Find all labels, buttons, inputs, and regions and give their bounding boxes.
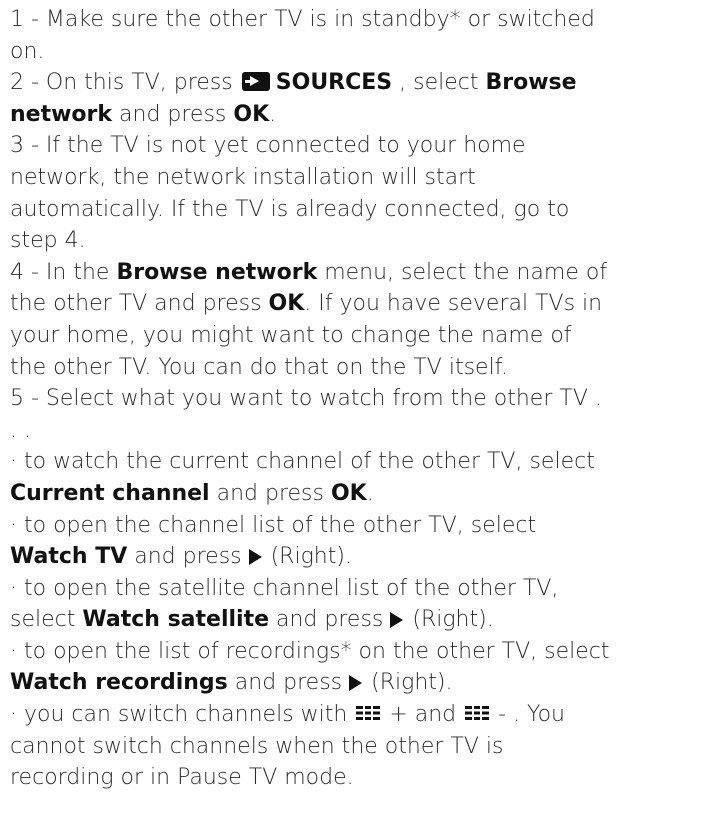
step-3-line-2: network, the network installation will s… <box>10 164 476 190</box>
sources-key-label: SOURCES <box>275 70 393 96</box>
step-2-end: . <box>269 101 277 127</box>
bullet-3-line-2: select Watch satellite and press (Right)… <box>10 604 700 636</box>
watch-satellite-label: Watch satellite <box>82 607 270 633</box>
bullet-3-select: select <box>10 607 83 633</box>
bullet-2-end: (Right). <box>263 544 352 570</box>
step-4-text: 4 - In the <box>10 259 117 285</box>
step-4-line-2: the other TV and press OK. If you have s… <box>10 288 700 320</box>
bullet-3-end: (Right). <box>405 607 494 633</box>
bullet-4-end: (Right). <box>364 670 453 696</box>
bullet-3-and-press: and press <box>269 607 391 633</box>
step-4-line-2-text: the other TV and press <box>10 291 269 317</box>
bullet-5-line-1: · you can switch channels with + and - .… <box>10 699 700 731</box>
instructions-document: 1 - Make sure the other TV is in standby… <box>10 4 700 794</box>
step-5-line-1: 5 - Select what you want to watch from t… <box>10 386 602 412</box>
bullet-5-minus: - . You <box>491 702 565 728</box>
bullet-1-line-1: · to watch the current channel of the ot… <box>10 449 595 475</box>
bullet-1-line-2: Current channel and press OK. <box>10 478 700 510</box>
network-label: network <box>10 101 113 127</box>
ok-key-label: OK <box>268 291 305 317</box>
channel-list-icon <box>465 706 490 721</box>
current-channel-label: Current channel <box>10 480 210 506</box>
right-arrow-icon <box>390 612 404 629</box>
step-3-line-1: 3 - If the TV is not yet connected to yo… <box>10 133 526 159</box>
step-4-line-1: 4 - In the Browse network menu, select t… <box>10 257 700 289</box>
step-2-text-mid: , select <box>392 70 486 96</box>
step-4-line-4: the other TV. You can do that on the TV … <box>10 354 508 380</box>
sources-icon <box>241 72 270 92</box>
step-2-and-press: and press <box>112 101 234 127</box>
right-arrow-icon <box>349 675 363 692</box>
bullet-5-line-3: recording or in Pause TV mode. <box>10 765 354 791</box>
bullet-5-text: · you can switch channels with <box>10 702 355 728</box>
right-arrow-icon <box>248 549 262 566</box>
watch-recordings-label: Watch recordings <box>10 670 228 696</box>
bullet-5-plus: + and <box>382 702 464 728</box>
bullet-1-end: . <box>366 480 374 506</box>
channel-list-icon <box>356 706 381 721</box>
browse-label: Browse <box>485 70 577 96</box>
bullet-3-line-1: · to open the satellite channel list of … <box>10 575 559 601</box>
step-2-line-2: network and press OK. <box>10 99 700 131</box>
step-3-line-4: step 4. <box>10 228 86 254</box>
step-4-line-3: your home, you might want to change the … <box>10 322 572 348</box>
bullet-4-line-1: · to open the list of recordings* on the… <box>10 638 610 664</box>
step-5-line-2: . . <box>10 417 31 443</box>
browse-network-label: Browse network <box>116 259 318 285</box>
step-1-line-2: on. <box>10 38 45 64</box>
step-2-text: 2 - On this TV, press <box>10 70 240 96</box>
ok-key-label: OK <box>330 480 367 506</box>
step-4-text-end: menu, select the name of <box>317 259 608 285</box>
bullet-4-and-press: and press <box>227 670 350 696</box>
bullet-4-line-2: Watch recordings and press (Right). <box>10 667 700 699</box>
ok-key-label: OK <box>233 101 270 127</box>
watch-tv-label: Watch TV <box>10 544 128 570</box>
step-3-line-3: automatically. If the TV is already conn… <box>10 196 570 222</box>
bullet-2-and-press: and press <box>127 544 249 570</box>
bullet-2-line-1: · to open the channel list of the other … <box>10 512 537 538</box>
bullet-5-line-2: cannot switch channels when the other TV… <box>10 733 504 759</box>
bullet-2-line-2: Watch TV and press (Right). <box>10 541 700 573</box>
step-4-line-2-end: . If you have several TVs in <box>304 291 603 317</box>
step-1-line-1: 1 - Make sure the other TV is in standby… <box>10 7 595 32</box>
step-2-line-1: 2 - On this TV, press SOURCES , select B… <box>10 67 700 99</box>
bullet-1-and-press: and press <box>209 480 331 506</box>
